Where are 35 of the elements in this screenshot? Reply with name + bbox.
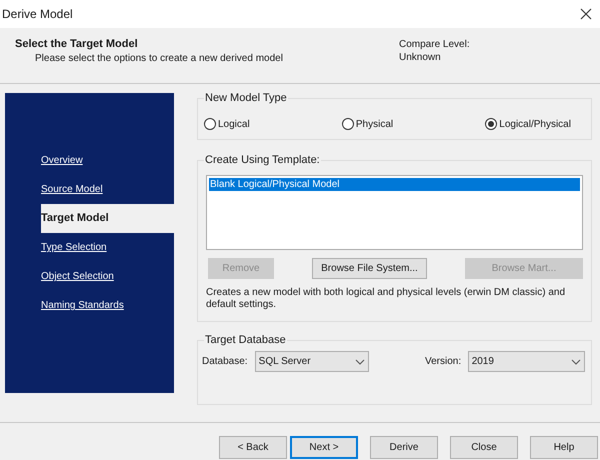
page-title: Select the Target Model xyxy=(15,37,139,52)
wizard-step[interactable]: Naming Standards xyxy=(41,298,124,313)
compare-level-value: Unknown xyxy=(399,51,442,64)
dialog-button[interactable]: Next > xyxy=(290,436,358,459)
wizard-step[interactable]: Source Model xyxy=(41,182,103,197)
radio-option[interactable]: Physical xyxy=(342,116,394,132)
radio-button[interactable] xyxy=(342,118,354,130)
database-dropdown[interactable]: SQL Server xyxy=(254,351,369,372)
dialog-button[interactable]: Derive xyxy=(370,436,438,459)
group-label: New Model Type xyxy=(204,91,288,105)
dialog-button[interactable]: Help xyxy=(530,436,598,459)
database-label: Database: xyxy=(202,355,249,369)
version-label: Version: xyxy=(424,355,462,369)
dialog-button[interactable]: Close xyxy=(450,436,518,459)
page-subtitle: Please select the options to create a new derived model xyxy=(34,52,284,66)
list-item[interactable]: Blank Logical/Physical Model xyxy=(209,178,580,191)
radio-option[interactable]: Logical xyxy=(204,116,250,132)
template-list[interactable]: Blank Logical/Physical Model xyxy=(206,175,583,250)
compare-level-label: Compare Level: xyxy=(399,39,470,51)
window-title: Derive Model xyxy=(2,6,73,23)
chevron-down-icon xyxy=(354,358,365,364)
template-button[interactable]: Browse File System... xyxy=(312,258,427,279)
close-icon[interactable] xyxy=(580,8,592,20)
wizard-step[interactable]: Object Selection xyxy=(41,269,114,284)
template-description: Creates a new model with both logical and physical levels (erwin DM classic) and default settings. xyxy=(206,287,566,311)
group-label: Create Using Template: xyxy=(204,153,321,167)
group-label: Target Database xyxy=(204,333,287,347)
chevron-down-icon xyxy=(570,358,581,364)
wizard-step[interactable]: Type Selection xyxy=(41,240,107,255)
radio-option[interactable]: Logical/Physical xyxy=(485,116,571,132)
wizard-step[interactable]: Overview xyxy=(41,153,83,168)
radio-button[interactable] xyxy=(485,118,498,130)
version-dropdown[interactable]: 2019 xyxy=(468,351,585,372)
dialog-button[interactable]: < Back xyxy=(219,436,287,459)
radio-button[interactable] xyxy=(204,118,216,130)
